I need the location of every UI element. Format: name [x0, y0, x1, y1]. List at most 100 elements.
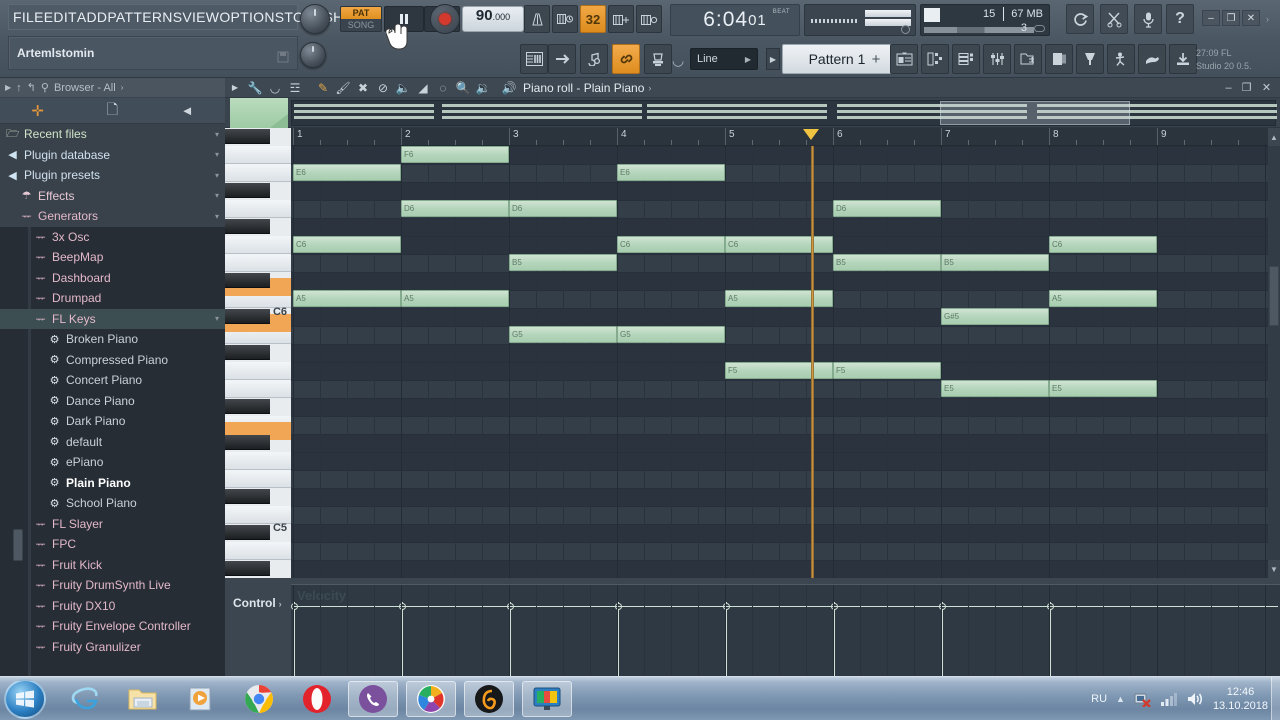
browser-item-expander-icon[interactable]: ▾ — [215, 212, 219, 221]
mixer-window-button[interactable] — [983, 44, 1011, 74]
snap-select[interactable]: Line ▶ — [690, 48, 758, 70]
browser-item-plugin-presets[interactable]: ◀ Plugin presets ▾ — [0, 165, 225, 186]
piano-roll-note[interactable]: G5 — [617, 326, 725, 343]
step-sequencer-button[interactable] — [548, 44, 576, 74]
browser-item-expander-icon[interactable]: ▾ — [215, 130, 219, 139]
browser-item-dark-piano[interactable]: ⚙ Dark Piano — [0, 411, 225, 432]
step-sequencer-window-button[interactable] — [921, 44, 949, 74]
velocity-editor[interactable]: Velocity — [291, 584, 1280, 676]
piano-roll-note[interactable]: G#5 — [941, 308, 1049, 325]
menu-bar[interactable]: FILE EDIT ADD PATTERNS VIEW OPTIONS TOOL… — [8, 4, 371, 30]
taskbar-clock[interactable]: 12:46 13.10.2018 — [1213, 685, 1268, 713]
piano-key-black[interactable] — [225, 489, 270, 504]
pr-playback-icon[interactable]: 🔉 — [473, 81, 493, 95]
piano-roll-note[interactable]: A5 — [293, 290, 401, 307]
tray-expand-icon[interactable]: ▲ — [1116, 694, 1125, 704]
browser-menu-arrow-icon[interactable]: ▶ — [5, 83, 11, 92]
paint-tool-button[interactable] — [1138, 44, 1166, 74]
grid-scroll-up-button[interactable]: ▲ — [1268, 128, 1280, 146]
piano-roll-note[interactable]: E6 — [293, 164, 401, 181]
pr-pencil-icon[interactable]: ✎ — [313, 81, 333, 95]
taskbar-opera[interactable] — [292, 681, 342, 717]
taskbar-screen-recorder[interactable] — [522, 681, 572, 717]
toolbar-overflow-arrow[interactable]: › — [1266, 14, 1269, 24]
browser-item-generators[interactable]: ᅲ Generators ▾ — [0, 206, 225, 227]
project-title-field[interactable]: Artemlstomin — [8, 36, 298, 70]
browser-item-fl-slayer[interactable]: ᅲ FL Slayer — [0, 514, 225, 535]
piano-key-black[interactable] — [225, 399, 270, 414]
taskbar-explorer[interactable] — [118, 681, 168, 717]
piano-key-black[interactable] — [225, 525, 270, 540]
browser-window-button[interactable] — [1014, 44, 1042, 74]
pr-select-icon[interactable]: ◢ — [413, 81, 433, 95]
metronome-button[interactable] — [524, 5, 550, 33]
pattern-add-button[interactable]: + — [866, 48, 886, 70]
taskbar-fl-studio[interactable] — [464, 681, 514, 717]
piano-key-black[interactable] — [225, 435, 270, 450]
browser-up-icon[interactable]: ↑ — [16, 82, 22, 94]
browser-item-dance-piano[interactable]: ⚙ Dance Piano — [0, 391, 225, 412]
pr-slice-icon[interactable]: 🔈 — [393, 81, 413, 95]
piano-key-black[interactable] — [225, 345, 270, 360]
overview-strip[interactable] — [291, 100, 1277, 126]
microphone-button[interactable] — [1134, 4, 1162, 34]
piano-roll-note[interactable]: B5 — [833, 254, 941, 271]
browser-item-default[interactable]: ⚙ default — [0, 432, 225, 453]
tempo-display[interactable]: 90 .000 — [462, 6, 524, 32]
browser-plugin-icon[interactable]: ◄ — [181, 103, 194, 118]
browser-item-plugin-database[interactable]: ◀ Plugin database ▾ — [0, 144, 225, 165]
piano-roll-note[interactable]: D6 — [401, 200, 509, 217]
record-button[interactable] — [430, 4, 460, 34]
browser-item-expander-icon[interactable]: ▾ — [215, 171, 219, 180]
browser-item-fruit-kick[interactable]: ᅲ Fruit Kick — [0, 555, 225, 576]
browser-item-dashboard[interactable]: ᅲ Dashboard — [0, 268, 225, 289]
piano-roll-note[interactable]: C6 — [293, 236, 401, 253]
cut-tool-button[interactable] — [1100, 4, 1128, 34]
piano-roll-note[interactable]: C6 — [725, 236, 833, 253]
browser-back-icon[interactable]: ↰ — [27, 81, 36, 94]
browser-item-fruity-drumsynth-live[interactable]: ᅲ Fruity DrumSynth Live — [0, 575, 225, 596]
download-button[interactable] — [1169, 44, 1197, 74]
pr-minimize-button[interactable]: – — [1221, 80, 1236, 95]
piano-roll-note[interactable]: G5 — [509, 326, 617, 343]
typing-keyboard-to-piano-button[interactable] — [552, 5, 578, 33]
piano-roll-note[interactable]: E6 — [617, 164, 725, 181]
browser-add-icon[interactable]: ✛ — [31, 102, 44, 120]
pr-menu-arrow-icon[interactable]: ▶ — [225, 83, 245, 92]
time-display[interactable]: 6:04 01 BEAT — [670, 4, 800, 36]
pr-zoom-region-icon[interactable]: ◌ — [433, 81, 453, 95]
piano-key-white[interactable] — [225, 200, 291, 218]
plugin-picker-button[interactable] — [1076, 44, 1104, 74]
grid-scroll-thumb[interactable] — [1269, 266, 1279, 326]
pattern-prev-button[interactable]: ▶ — [766, 48, 780, 70]
pr-target-icon[interactable]: ☲ — [285, 81, 305, 95]
piano-roll-note[interactable]: C6 — [1049, 236, 1157, 253]
browser-item-fl-keys[interactable]: ᅲ FL Keys ▾ — [0, 308, 225, 329]
menu-item-add[interactable]: ADD — [77, 9, 107, 25]
piano-key-white[interactable] — [225, 470, 291, 488]
piano-key-white[interactable] — [225, 164, 291, 182]
piano-roll-note[interactable]: C6 — [617, 236, 725, 253]
song-mode-label[interactable]: SONG — [341, 19, 381, 31]
grid-vertical-scrollbar[interactable] — [1268, 146, 1280, 578]
browser-item-expander-icon[interactable]: ▾ — [215, 150, 219, 159]
browser-item-school-piano[interactable]: ⚙ School Piano — [0, 493, 225, 514]
piano-key-black[interactable] — [225, 183, 270, 198]
tray-speaker-icon[interactable] — [1186, 691, 1204, 707]
browser-item-expander-icon[interactable]: ▾ — [215, 191, 219, 200]
browser-item-broken-piano[interactable]: ⚙ Broken Piano — [0, 329, 225, 350]
pr-snap-magnet-icon[interactable]: ◡ — [265, 81, 285, 95]
browser-item-expander-icon[interactable]: ▾ — [215, 314, 219, 323]
piano-key-black[interactable] — [225, 273, 270, 288]
minimize-button[interactable]: – — [1202, 10, 1220, 26]
piano-key-white[interactable] — [225, 542, 291, 560]
pr-mute-tool-icon[interactable]: ⊘ — [373, 81, 393, 95]
note-grid[interactable]: F6 E6 E6 D6 D6 D6 C6 C6 C6 C6 B5 B5 B5 A5 A5 A5 A5 G#5 G5 G… — [291, 146, 1280, 578]
piano-roll-note[interactable]: F6 — [401, 146, 509, 163]
browser-item-compressed-piano[interactable]: ⚙ Compressed Piano — [0, 350, 225, 371]
piano-roll-note[interactable]: F5 — [725, 362, 833, 379]
pr-maximize-button[interactable]: ❐ — [1239, 80, 1254, 95]
taskbar-color-app[interactable] — [406, 681, 456, 717]
menu-item-file[interactable]: FILE — [13, 9, 44, 25]
browser-item-recent-files[interactable]: 🗁 Recent files ▾ — [0, 124, 225, 145]
